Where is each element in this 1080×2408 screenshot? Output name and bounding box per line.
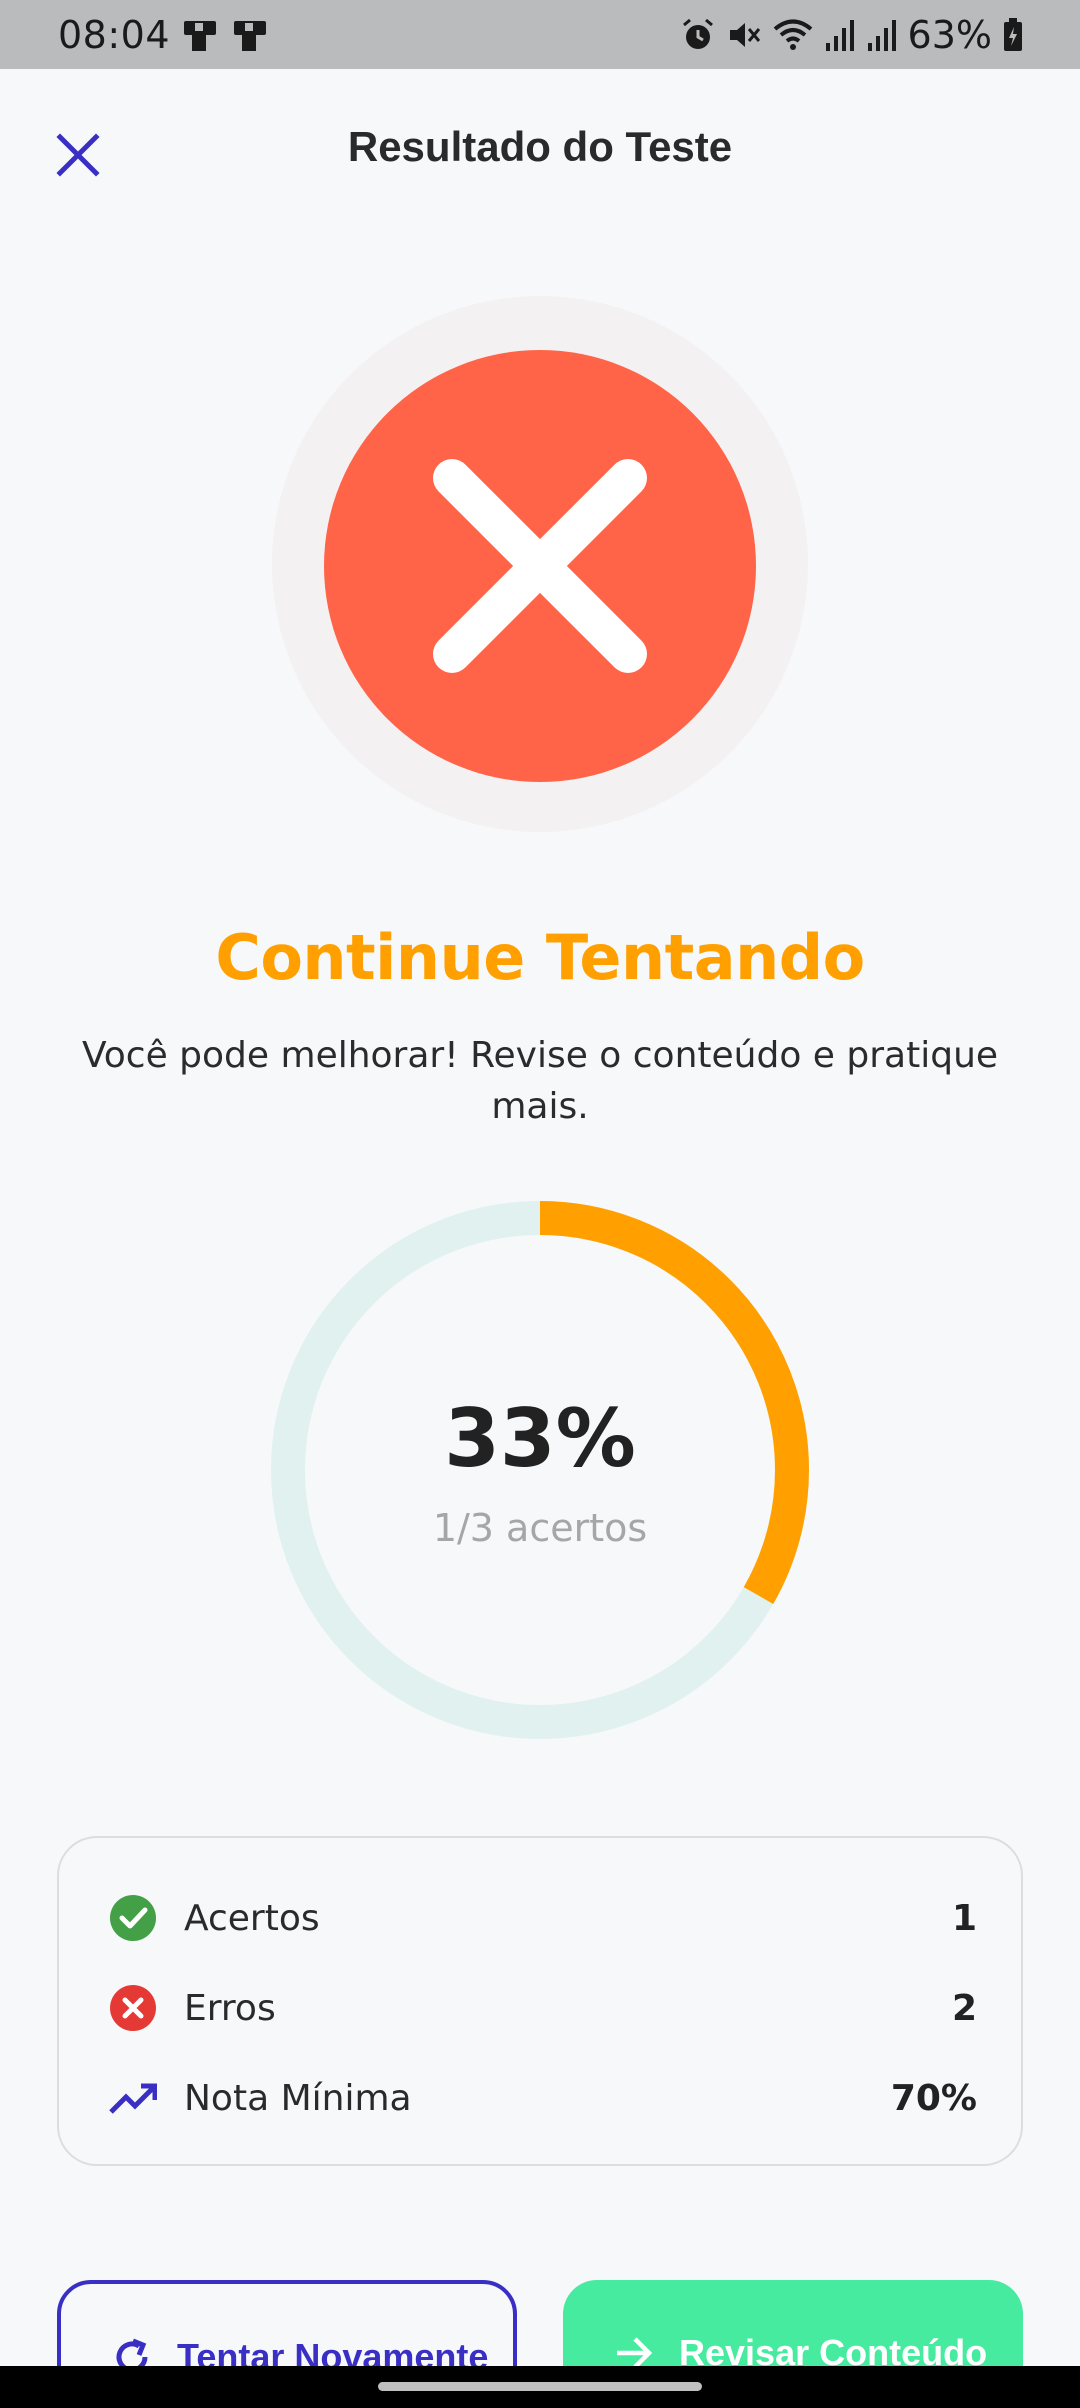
stat-label: Erros bbox=[184, 1987, 276, 2029]
wifi-icon bbox=[773, 19, 812, 50]
stat-value: 70% bbox=[890, 2077, 977, 2119]
result-message: Você pode melhorar! Revise o conteúdo e … bbox=[81, 1035, 999, 1127]
result-screen: 08:04 63% Resultado do Teste Continue Te… bbox=[0, 0, 1080, 2408]
battery-percent: 63% bbox=[907, 12, 992, 57]
system-nav-bar bbox=[0, 2366, 1080, 2408]
mute-icon bbox=[729, 22, 760, 47]
signal-icon bbox=[825, 19, 854, 51]
app-header: Resultado do Teste bbox=[0, 69, 1080, 229]
sim-icon bbox=[234, 20, 267, 51]
stats-card: Acertos 1 Erros 2 Nota Mínima 70% bbox=[57, 1836, 1023, 2166]
stat-value: 1 bbox=[951, 1897, 977, 1939]
stat-value: 2 bbox=[951, 1987, 977, 2029]
battery-icon bbox=[1004, 17, 1022, 51]
result-headline: Continue Tentando bbox=[215, 921, 865, 994]
stat-row-errors: Erros 2 bbox=[59, 1973, 1025, 2043]
sim-icon bbox=[184, 20, 217, 51]
status-time: 08:04 bbox=[58, 12, 171, 57]
stat-label: Nota Mínima bbox=[184, 2077, 412, 2119]
stat-label: Acertos bbox=[184, 1897, 320, 1939]
home-handle[interactable] bbox=[378, 2382, 702, 2391]
status-bar: 08:04 63% bbox=[0, 0, 1080, 69]
stat-row-min-grade: Nota Mínima 70% bbox=[59, 2063, 1025, 2133]
check-circle-icon bbox=[110, 1895, 156, 1941]
alarm-icon bbox=[682, 18, 713, 49]
stat-row-correct: Acertos 1 bbox=[59, 1883, 1025, 1953]
signal-icon bbox=[867, 19, 896, 51]
error-circle-icon bbox=[110, 1985, 156, 2031]
score-percent: 33% bbox=[444, 1392, 636, 1485]
close-icon bbox=[433, 459, 647, 673]
page-title: Resultado do Teste bbox=[347, 123, 733, 170]
trending-up-icon bbox=[109, 2083, 157, 2114]
score-detail: 1/3 acertos bbox=[432, 1506, 648, 1550]
